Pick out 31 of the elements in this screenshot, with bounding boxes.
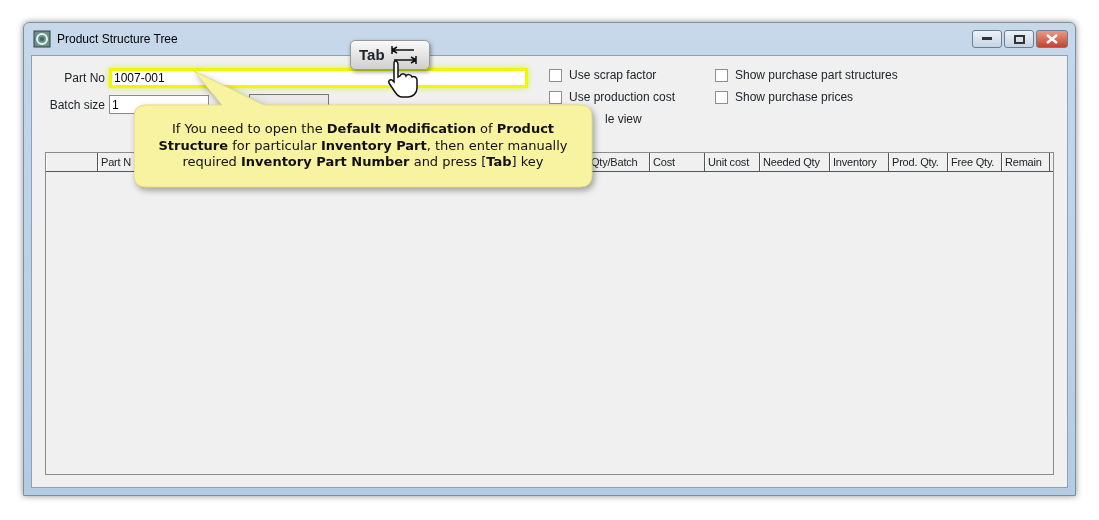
checkbox-label: Use production cost [569,89,676,106]
checkbox-label: Show purchase part structures [735,67,898,84]
checkbox[interactable] [549,90,562,104]
column-header[interactable]: Inventory [830,153,889,171]
field-label: Batch size [48,96,106,114]
checkbox-label: le view [605,111,642,128]
window-title: Product Structure Tree [57,31,178,48]
hand-cursor-icon [387,59,421,99]
app-icon [33,30,51,48]
tab-arrows-icon [389,45,418,65]
column-header[interactable]: Prod. Qty. [889,153,948,171]
minimize-icon [982,37,992,41]
maximize-button[interactable] [1004,30,1034,48]
column-header[interactable]: Needed Qty [760,153,830,171]
column-header[interactable]: Free Qty. [948,153,1002,171]
column-header[interactable]: Remain [1002,153,1050,171]
minimize-button[interactable] [972,30,1002,48]
checkbox-label: Show purchase prices [735,89,854,106]
checkbox-label: Use scrap factor [569,67,657,84]
close-button[interactable] [1036,30,1068,48]
checkbox[interactable] [549,68,562,82]
key-label: Tab [359,44,385,65]
checkbox[interactable] [715,68,728,82]
checkbox[interactable] [715,90,728,104]
part-number-field[interactable]: 1007-001 [109,67,528,88]
field-label: Part No [63,69,106,87]
column-header[interactable]: Unit cost [705,153,760,171]
column-header[interactable]: Cost [650,153,705,171]
maximize-icon [1013,34,1025,44]
close-icon [1046,34,1058,44]
tooltip-text: If You need to open the Default Modification of Product Structure for particular Inventory Part, then enter manually required Inventory Part Number and press [Tab] key [158,120,568,172]
